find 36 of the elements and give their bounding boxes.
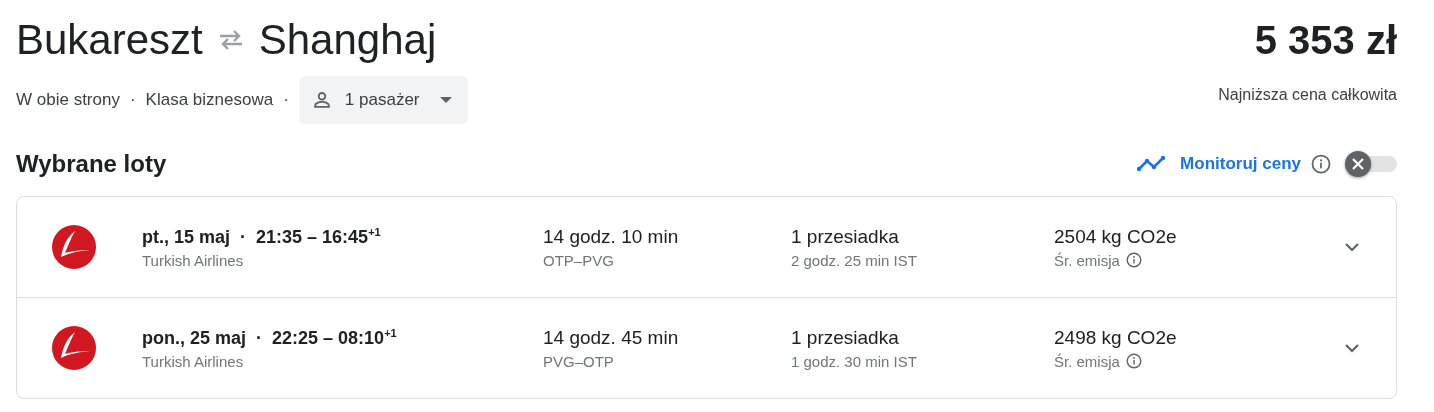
airport-route: PVG–OTP [543, 352, 614, 370]
emissions-label: Śr. emisja [1054, 352, 1120, 370]
cabin-class: Klasa biznesowa [145, 90, 274, 110]
toggle-switch[interactable] [1345, 151, 1397, 177]
close-icon [1351, 157, 1365, 171]
section-title: Wybrane loty [16, 150, 167, 178]
airline-name: Turkish Airlines [142, 251, 244, 269]
airline-name: Turkish Airlines [142, 352, 244, 370]
layover-info: 2 godz. 25 min IST [791, 251, 917, 269]
info-icon[interactable] [1125, 252, 1142, 268]
airport-route: OTP–PVG [543, 251, 614, 269]
stops-count: 1 przesiadka [791, 326, 899, 349]
trip-type: W obie strony [16, 90, 120, 110]
track-prices-link[interactable]: Monitoruj ceny [1136, 154, 1301, 174]
separator-dot: · [283, 90, 289, 110]
airline-logo [51, 325, 97, 371]
info-icon[interactable] [1311, 154, 1331, 174]
emissions-label: Śr. emisja [1054, 251, 1120, 269]
airline-logo [51, 224, 97, 270]
destination-city: Shanghaj [258, 15, 437, 65]
emissions-value: 2498 kg CO2e [1054, 326, 1177, 349]
info-icon[interactable] [1125, 353, 1142, 369]
stops-count: 1 przesiadka [791, 225, 899, 248]
price-caption: Najniższa cena całkowita [1218, 86, 1397, 104]
passengers-dropdown[interactable]: 1 pasażer [298, 76, 468, 124]
flight-duration: 14 godz. 10 min [543, 225, 679, 248]
trend-line-icon [1136, 155, 1167, 173]
layover-info: 1 godz. 30 min IST [791, 352, 917, 370]
emissions-value: 2504 kg CO2e [1054, 225, 1177, 248]
flight-duration: 14 godz. 45 min [543, 326, 679, 349]
total-price: 5 353 zł [1254, 17, 1397, 64]
flight-times: pt., 15 maj · 21:35 – 16:45$^{+1}$ [142, 225, 381, 248]
flight-times: pon., 25 maj · 22:25 – 08:10$^{+1}$ [142, 326, 397, 349]
origin-city: Bukareszt [16, 15, 203, 65]
dropdown-caret-icon [439, 97, 452, 103]
separator-dot: · [129, 90, 136, 110]
